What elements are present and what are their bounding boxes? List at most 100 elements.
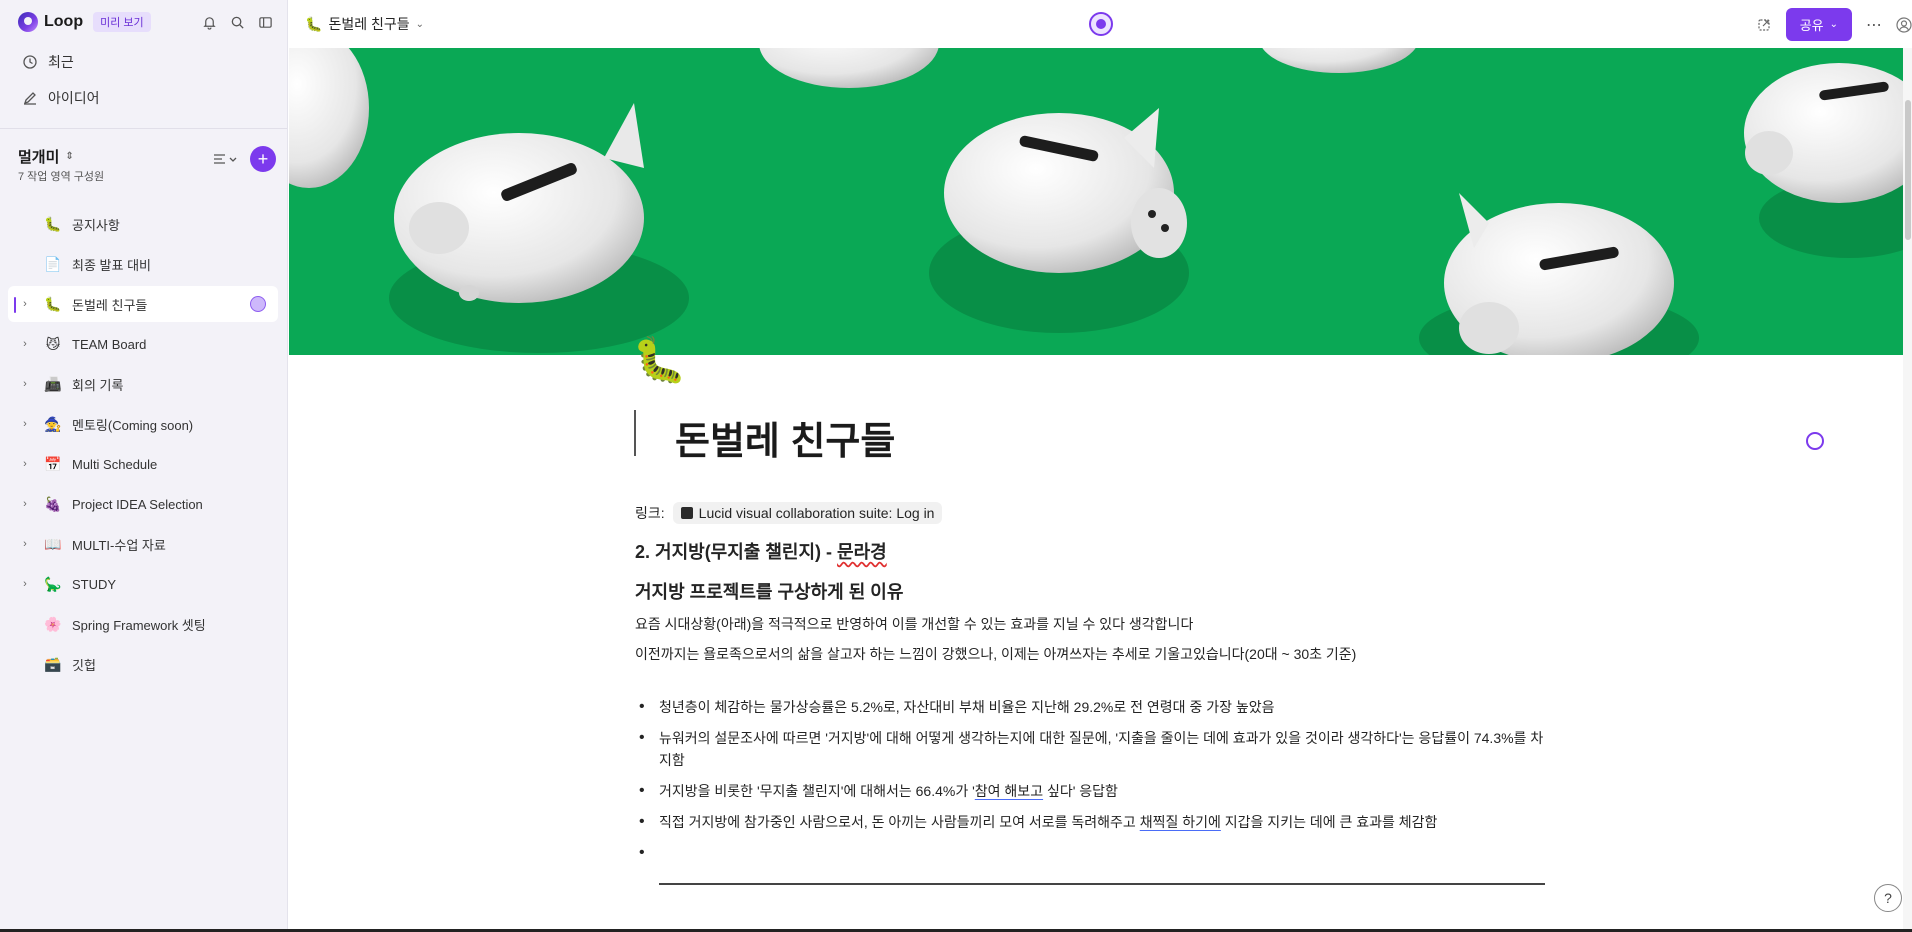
help-button[interactable]: ? — [1874, 884, 1902, 912]
open-in-new-icon[interactable] — [1756, 17, 1772, 33]
tree-item-label: TEAM Board — [72, 336, 147, 352]
page-tree: › 🐛 공지사항 › 📄 최종 발표 대비 › 🐛 돈벌레 친구들 › 😼 TE… — [8, 206, 278, 686]
header-page-title[interactable]: 🐛 돈벌레 친구들 ⌄ — [305, 14, 424, 34]
brand[interactable]: Loop 미리 보기 — [18, 12, 151, 32]
empty-line — [635, 664, 1550, 696]
lucid-logo-icon — [680, 507, 693, 519]
chevron-right-icon[interactable]: › — [18, 338, 32, 350]
workspace-title[interactable]: 멀개미 ⇕ — [18, 146, 74, 167]
link-label: 링크: — [635, 505, 665, 521]
horizontal-rule — [659, 883, 1545, 885]
chevron-right-icon[interactable]: › — [18, 498, 32, 510]
nav-recent[interactable]: 최근 — [22, 52, 74, 72]
list-item[interactable]: 거지방을 비롯한 '무지출 챌린지'에 대해서는 66.4%가 '참여 해보고 … — [635, 780, 1550, 802]
link-chip-text: Lucid visual collaboration suite: Log in — [698, 505, 935, 521]
loop-logo-icon — [18, 12, 38, 32]
sidebar-divider — [0, 128, 287, 129]
workspace-name: 멀개미 — [18, 149, 60, 166]
card-box-emoji-icon: 🗃️ — [44, 655, 62, 672]
section-heading[interactable]: 2. 거지방(무지출 챌린지) - 문라경 — [635, 538, 1550, 564]
preview-badge: 미리 보기 — [93, 12, 151, 32]
account-avatar-icon[interactable] — [1896, 16, 1912, 33]
page-title[interactable]: 돈벌레 친구들 — [675, 410, 895, 465]
tree-item-github[interactable]: › 🗃️ 깃헙 — [8, 646, 278, 682]
tree-item-meeting-notes[interactable]: › 📠 회의 기록 — [8, 366, 278, 402]
tree-item-spring-setup[interactable]: › 🌸 Spring Framework 셋팅 — [8, 606, 278, 642]
sort-list-icon[interactable] — [212, 151, 240, 167]
book-emoji-icon: 📖 — [44, 535, 62, 552]
document-emoji-icon: 📄 — [44, 255, 62, 272]
copilot-icon[interactable] — [1806, 432, 1824, 450]
brand-name: Loop — [44, 13, 84, 30]
tree-item-final-presentation[interactable]: › 📄 최종 발표 대비 — [8, 246, 278, 282]
tree-item-study[interactable]: › 🦕 STUDY — [8, 566, 278, 602]
list-item-text: 직접 거지방에 참가중인 사람으로서, 돈 아끼는 사람들끼리 모여 서로를 독… — [659, 814, 1140, 830]
list-item-underlined-text: 참여 해보고 — [974, 783, 1044, 799]
collaborator-avatar — [250, 296, 266, 312]
subheading[interactable]: 거지방 프로젝트를 구상하게 된 이유 — [635, 578, 1550, 604]
chevron-right-icon[interactable]: › — [18, 378, 32, 390]
chevron-down-icon: ⌄ — [1829, 19, 1838, 30]
chevron-right-icon[interactable]: › — [18, 578, 32, 590]
tree-item-label: 깃헙 — [72, 657, 96, 673]
workspace-switch-icon: ⇕ — [65, 151, 74, 162]
workspace-members: 7 작업 영역 구성원 — [18, 171, 105, 183]
link-row: 링크: Lucid visual collaboration suite: Lo… — [635, 500, 1550, 526]
list-item-text: 거지방을 비롯한 '무지출 챌린지'에 대해서는 66.4%가 ' — [659, 783, 975, 799]
share-button-label: 공유 — [1799, 18, 1824, 33]
cat-emoji-icon: 😼 — [45, 335, 61, 352]
tree-item-label: Spring Framework 셋팅 — [72, 617, 206, 633]
more-options-icon[interactable]: ⋯ — [1866, 17, 1882, 34]
scrollbar-thumb[interactable] — [1905, 100, 1911, 240]
tree-item-label: 최종 발표 대비 — [72, 257, 151, 273]
bell-icon[interactable] — [201, 14, 217, 30]
text-cursor — [634, 410, 636, 456]
list-item[interactable]: 청년층이 체감하는 물가상승률은 5.2%로, 자산대비 부채 비율은 지난해 … — [635, 696, 1550, 718]
page-emoji-icon[interactable]: 🐛 — [632, 334, 687, 386]
header-actions: 공유 ⌄ ⋯ — [1756, 8, 1912, 41]
list-item[interactable]: 직접 거지방에 참가중인 사람으로서, 돈 아끼는 사람들끼리 모여 서로를 독… — [635, 811, 1550, 833]
sidebar: Loop 미리 보기 최근 아이디어 멀개미 ⇕ 7 작업 영역 구성원 + 🐛… — [0, 0, 288, 932]
chevron-right-icon[interactable]: › — [18, 458, 32, 470]
tree-item-class-materials[interactable]: › 📖 MULTI-수업 자료 — [8, 526, 278, 562]
chevron-right-icon[interactable]: › — [18, 418, 32, 430]
dinosaur-emoji-icon: 🦕 — [44, 575, 62, 592]
tree-item-multi-schedule[interactable]: › 📅 Multi Schedule — [8, 446, 278, 482]
collapse-sidebar-icon[interactable] — [257, 14, 273, 30]
presence-avatar[interactable] — [1089, 12, 1113, 36]
tree-item-label: 멘토링(Coming soon) — [72, 417, 194, 433]
search-icon[interactable] — [229, 14, 245, 30]
list-item-underlined-text: 채찍질 하기에 — [1139, 814, 1221, 830]
nav-ideas-label: 아이디어 — [48, 90, 100, 106]
tree-item-project-idea[interactable]: › 🍇 Project IDEA Selection — [8, 486, 278, 522]
lucid-link-chip[interactable]: Lucid visual collaboration suite: Log in — [672, 502, 943, 524]
tree-item-label: Project IDEA Selection — [72, 496, 203, 512]
chevron-right-icon[interactable]: › — [18, 538, 32, 550]
page-content[interactable]: 링크: Lucid visual collaboration suite: Lo… — [635, 500, 1550, 873]
tree-item-label: 공지사항 — [72, 217, 120, 233]
list-item-empty[interactable] — [635, 842, 1550, 864]
tree-item-team-board[interactable]: › 😼 TEAM Board — [8, 326, 278, 362]
paragraph[interactable]: 요즘 시대상황(아래)을 적극적으로 반영하여 이를 개선할 수 있는 효과를 … — [635, 614, 1550, 634]
vertical-scrollbar[interactable] — [1903, 48, 1912, 932]
section-heading-author: 문라경 — [837, 542, 887, 562]
chevron-down-icon: ⌄ — [415, 18, 424, 30]
add-page-button[interactable]: + — [250, 146, 276, 172]
bullet-list: 청년층이 체감하는 물가상승률은 5.2%로, 자산대비 부채 비율은 지난해 … — [635, 696, 1550, 864]
header-title-text: 돈벌레 친구들 — [328, 16, 410, 32]
clock-icon — [22, 54, 38, 70]
idea-pencil-icon — [22, 90, 38, 106]
bug-emoji-icon: 🐛 — [44, 295, 62, 312]
tree-item-notice[interactable]: › 🐛 공지사항 — [8, 206, 278, 242]
tree-item-money-bug-friends[interactable]: › 🐛 돈벌레 친구들 — [8, 286, 278, 322]
tree-item-mentoring[interactable]: › 🧙 멘토링(Coming soon) — [8, 406, 278, 442]
cover-image — [289, 48, 1903, 355]
tree-item-label: 회의 기록 — [72, 377, 124, 393]
nav-ideas[interactable]: 아이디어 — [22, 88, 100, 108]
share-button[interactable]: 공유 ⌄ — [1785, 8, 1852, 41]
paragraph[interactable]: 이전까지는 욜로족으로서의 삶을 살고자 하는 느낌이 강했으나, 이제는 아껴… — [635, 644, 1550, 664]
chevron-right-icon[interactable]: › — [18, 298, 32, 310]
tree-item-label: 돈벌레 친구들 — [72, 297, 148, 313]
tree-item-label: STUDY — [72, 576, 117, 592]
list-item[interactable]: 뉴워커의 설문조사에 따르면 '거지방'에 대해 어떻게 생각하는지에 대한 질… — [635, 727, 1550, 771]
